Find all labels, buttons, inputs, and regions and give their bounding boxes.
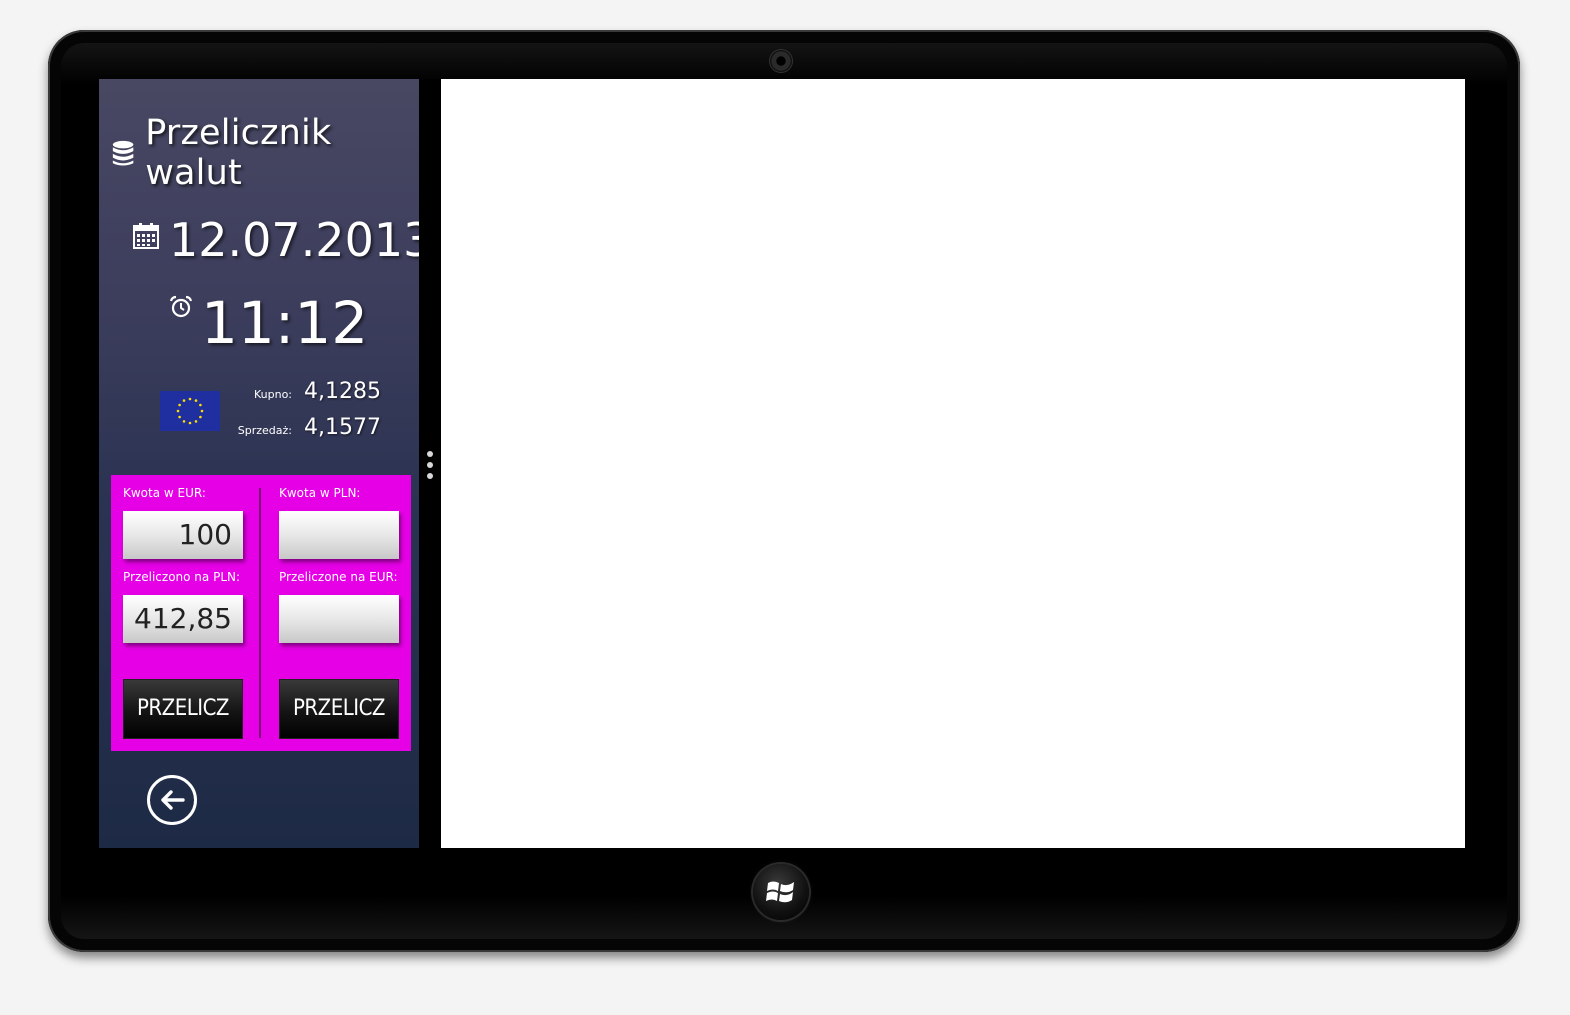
alarm-clock-icon bbox=[169, 295, 193, 318]
eur-amount-input[interactable]: 100 bbox=[123, 511, 243, 559]
eur-result-field bbox=[279, 595, 399, 643]
pln-amount-input[interactable] bbox=[279, 511, 399, 559]
snap-grip-handle[interactable] bbox=[426, 451, 434, 479]
exchange-rates: Kupno: 4,1285 Sprzedaż: 4,1577 bbox=[237, 379, 381, 451]
buy-rate-label: Kupno: bbox=[253, 388, 293, 401]
coins-stack-icon bbox=[112, 140, 134, 166]
camera-icon bbox=[770, 50, 792, 72]
date-row: 12.07.2013 bbox=[133, 213, 432, 267]
back-button[interactable] bbox=[147, 775, 197, 825]
buy-rate-value: 4,1285 bbox=[304, 379, 381, 404]
back-arrow-icon bbox=[161, 790, 185, 810]
currency-converter-sidebar: Przelicznik walut 12.07.2013 11:12 Kupno… bbox=[99, 79, 432, 848]
calendar-icon bbox=[133, 223, 159, 249]
buy-rate-row: Kupno: 4,1285 bbox=[239, 379, 381, 415]
sell-rate-label: Sprzedaż: bbox=[237, 424, 293, 437]
eur-amount-label: Kwota w EUR: bbox=[123, 486, 206, 500]
screen: Przelicznik walut 12.07.2013 11:12 Kupno… bbox=[99, 79, 1465, 848]
converter-panel: Kwota w EUR: 100 Przeliczono na PLN: 412… bbox=[111, 475, 411, 751]
eur-result-label: Przeliczone na EUR: bbox=[279, 570, 398, 584]
pln-result-label: Przeliczono na PLN: bbox=[123, 570, 241, 584]
sell-rate-value: 4,1577 bbox=[304, 415, 381, 440]
panel-divider bbox=[259, 488, 261, 738]
eu-flag-icon bbox=[160, 391, 220, 431]
app-title-row: Przelicznik walut bbox=[111, 113, 419, 193]
current-date: 12.07.2013 bbox=[169, 213, 433, 267]
page-title: Przelicznik walut bbox=[145, 113, 332, 193]
current-time: 11:12 bbox=[201, 289, 369, 357]
windows-logo-icon bbox=[766, 881, 794, 903]
pln-amount-label: Kwota w PLN: bbox=[279, 486, 361, 500]
pln-result-field: 412,85 bbox=[123, 595, 243, 643]
sell-rate-row: Sprzedaż: 4,1577 bbox=[237, 415, 381, 451]
convert-eur-button[interactable]: PRZELICZ bbox=[123, 679, 243, 739]
windows-start-button[interactable] bbox=[753, 864, 809, 920]
main-content-area bbox=[441, 79, 1465, 848]
convert-pln-button[interactable]: PRZELICZ bbox=[279, 679, 399, 739]
time-row: 11:12 bbox=[169, 289, 368, 357]
